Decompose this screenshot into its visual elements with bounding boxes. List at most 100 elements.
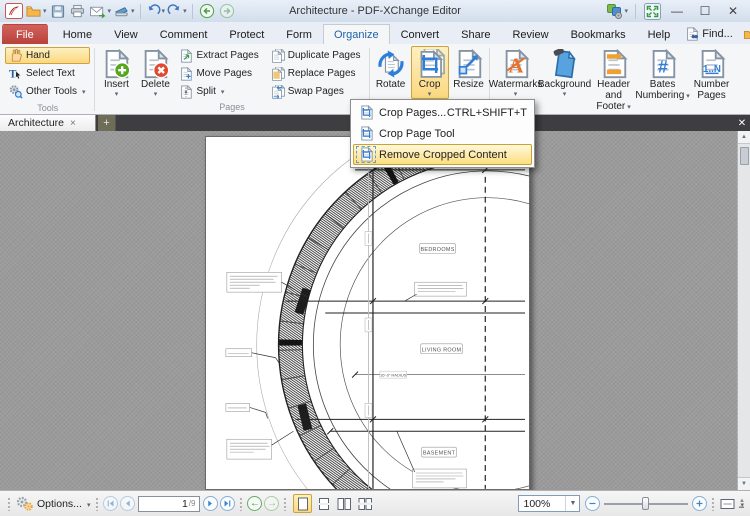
minus-icon — [588, 499, 597, 508]
dropdown-arrow-icon — [625, 101, 631, 112]
rotate-button[interactable]: Rotate — [372, 46, 410, 91]
select-text-icon: T — [8, 66, 23, 81]
layout-two-pages-button[interactable] — [335, 494, 354, 513]
search-button[interactable]: Search... — [739, 26, 750, 42]
gear-magnifier-icon — [8, 84, 23, 99]
zoom-out-button[interactable] — [585, 496, 600, 511]
next-view-button[interactable] — [217, 2, 237, 21]
crop-button[interactable]: Crop ▾ — [411, 46, 449, 99]
pdf-page[interactable]: BEDROOMS LIVING ROOM BASEMENT 16'-0" RAD… — [205, 136, 530, 490]
split-button[interactable]: Split — [176, 83, 263, 100]
gears-icon — [16, 495, 34, 512]
open-file-button[interactable]: ▾ — [24, 2, 48, 21]
tab-review[interactable]: Review — [501, 24, 559, 44]
layout-single-page-button[interactable] — [293, 494, 312, 513]
minimize-button[interactable]: — — [664, 2, 690, 20]
toolbar-grip — [283, 497, 287, 511]
toolbar-grip — [95, 497, 99, 511]
print-button[interactable] — [68, 2, 88, 21]
ui-options-button[interactable]: ▾ — [605, 2, 629, 21]
menu-item-remove-cropped-content[interactable]: Remove Cropped Content — [353, 144, 532, 165]
first-page-button[interactable] — [103, 496, 118, 511]
replace-pages-button[interactable]: Replace Pages — [268, 65, 366, 82]
scroll-up-icon[interactable]: ▲ — [738, 131, 750, 144]
svg-text:A: A — [508, 55, 523, 77]
find-button[interactable]: Find... — [681, 26, 737, 42]
crop-pages-icon — [357, 105, 375, 120]
zoom-slider-thumb[interactable] — [642, 497, 649, 510]
number-pages-button[interactable]: 1..N Number Pages — [688, 46, 736, 102]
document-tab-architecture[interactable]: Architecture — [0, 115, 96, 131]
vertical-scrollbar[interactable]: ▲ ▼ — [737, 131, 750, 490]
email-button[interactable]: ▾ — [88, 2, 113, 21]
page-number-field[interactable]: 1/9 — [138, 496, 200, 512]
other-tools-button[interactable]: Other Tools — [5, 83, 90, 100]
tab-share[interactable]: Share — [450, 24, 501, 44]
bates-numbering-button[interactable]: # Bates Numbering — [639, 46, 687, 103]
tab-bookmarks[interactable]: Bookmarks — [560, 24, 637, 44]
fullscreen-icon — [644, 3, 661, 20]
plus-icon — [695, 499, 704, 508]
background-button[interactable]: Background ▾ — [541, 46, 589, 99]
layout-continuous-button[interactable] — [314, 494, 333, 513]
previous-page-button[interactable] — [120, 496, 135, 511]
zoom-slider[interactable] — [604, 496, 688, 511]
redo-icon — [167, 4, 182, 18]
duplicate-pages-icon — [271, 49, 285, 63]
redo-button[interactable]: ▾ — [166, 2, 188, 21]
layout-two-pages-continuous-button[interactable] — [356, 494, 375, 513]
menu-item-crop-page-tool[interactable]: Crop Page Tool — [353, 123, 532, 144]
zoom-level-select[interactable]: 100% ▼ — [518, 495, 580, 512]
watermarks-button[interactable]: A Watermarks ▾ — [492, 46, 540, 99]
undo-icon — [146, 4, 161, 18]
fullscreen-button[interactable] — [642, 2, 662, 21]
swap-pages-button[interactable]: Swap Pages — [268, 83, 366, 100]
insert-page-icon — [101, 49, 131, 79]
extract-pages-button[interactable]: Extract Pages — [176, 47, 263, 64]
statusbar-expand-icon[interactable]: ▲▬ — [737, 495, 747, 513]
printer-icon — [69, 4, 86, 19]
scrollbar-thumb[interactable] — [740, 147, 749, 165]
save-button[interactable] — [48, 2, 68, 21]
scroll-down-icon[interactable]: ▼ — [738, 477, 750, 490]
move-pages-button[interactable]: Move Pages — [176, 65, 263, 82]
hand-tool-button[interactable]: Hand — [5, 47, 90, 64]
select-text-button[interactable]: T Select Text — [5, 65, 90, 82]
options-button[interactable]: Options... — [14, 495, 92, 512]
next-view-button-status[interactable]: → — [264, 496, 279, 511]
separator — [192, 4, 193, 19]
menu-item-crop-pages[interactable]: Crop Pages... CTRL+SHIFT+T — [353, 102, 532, 123]
resize-button[interactable]: Resize — [450, 46, 488, 91]
maximize-button[interactable]: ☐ — [692, 2, 718, 20]
tab-comment[interactable]: Comment — [149, 24, 219, 44]
previous-view-button-status[interactable]: ← — [247, 496, 262, 511]
dropdown-arrow-icon: ▾ — [154, 91, 158, 98]
duplicate-pages-button[interactable]: Duplicate Pages — [268, 47, 366, 64]
split-pages-icon — [179, 85, 193, 99]
delete-pages-button[interactable]: Delete ▾ — [136, 46, 174, 99]
tab-protect[interactable]: Protect — [218, 24, 275, 44]
undo-button[interactable]: ▾ — [145, 2, 167, 21]
scan-button[interactable]: ▾ — [112, 2, 136, 21]
separator — [635, 4, 636, 19]
tab-file[interactable]: File — [2, 24, 48, 44]
tab-organize[interactable]: Organize — [323, 24, 390, 44]
tab-form[interactable]: Form — [275, 24, 323, 44]
swap-pages-icon — [271, 85, 285, 99]
close-button[interactable]: ✕ — [720, 2, 746, 20]
next-page-button[interactable] — [203, 496, 218, 511]
header-footer-button[interactable]: Header and Footer — [590, 46, 638, 114]
tab-help[interactable]: Help — [637, 24, 682, 44]
search-icon — [743, 27, 750, 41]
last-page-button[interactable] — [220, 496, 235, 511]
insert-pages-button[interactable]: Insert ▾ — [97, 46, 135, 99]
tab-home[interactable]: Home — [52, 24, 103, 44]
tab-close-icon[interactable] — [70, 117, 76, 129]
previous-view-button[interactable] — [197, 2, 217, 21]
tab-view[interactable]: View — [103, 24, 149, 44]
zoom-in-button[interactable] — [692, 496, 707, 511]
document-area[interactable]: BEDROOMS LIVING ROOM BASEMENT 16'-0" RAD… — [0, 131, 750, 490]
close-document-button[interactable] — [734, 115, 750, 131]
new-tab-button[interactable] — [98, 115, 116, 131]
tab-convert[interactable]: Convert — [390, 24, 451, 44]
